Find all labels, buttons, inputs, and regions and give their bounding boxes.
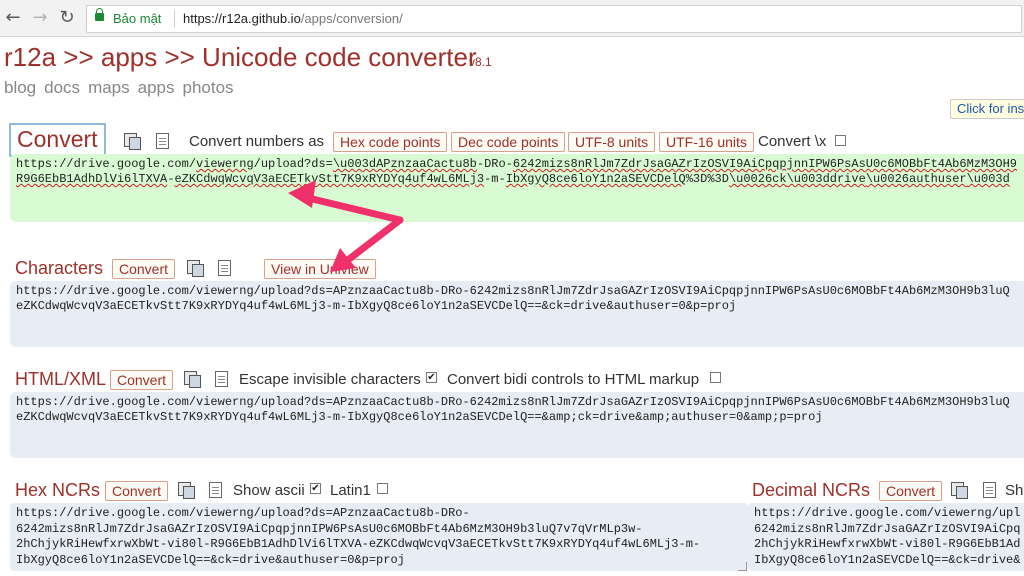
decimal-ncrs-text: 6242mizs8nRlJm7ZdrJsaGAZrIzOSVI9AiCpq xyxy=(754,521,1021,536)
url-text[interactable]: https://r12a.github.io/apps/conversion/ xyxy=(183,11,403,26)
convert-numbers-label: Convert numbers as xyxy=(189,133,325,150)
hex-ncrs-textarea[interactable]: https://drive.google.com/viewerng/upload… xyxy=(10,503,748,571)
input-text: \u003ddrive xyxy=(786,172,866,186)
nav-docs[interactable]: docs xyxy=(44,78,80,97)
escape-invisible-label: Escape invisible characters xyxy=(239,371,421,388)
url-host: https://r12a.github.io xyxy=(183,11,301,26)
top-nav: blog docs maps apps photos xyxy=(4,78,242,98)
address-separator xyxy=(174,10,175,28)
utf8-units-button[interactable]: UTF-8 units xyxy=(568,132,656,152)
input-text: viewerng xyxy=(196,157,254,171)
address-bar[interactable]: Bảo mật https://r12a.github.io/apps/conv… xyxy=(86,5,1022,33)
back-icon[interactable]: ← xyxy=(3,8,23,28)
input-text: IbXgyQ8ce6loY1n2aSEVCDelQ xyxy=(505,172,686,186)
convert-x-label: Convert \x xyxy=(758,133,827,150)
input-text: https://drive.google.com/ xyxy=(16,157,197,171)
escape-invisible-checkbox[interactable]: ✔ xyxy=(426,372,437,383)
nav-apps[interactable]: apps xyxy=(138,78,175,97)
latin1-label: Latin1 xyxy=(330,482,371,499)
mixed-input-textarea[interactable]: https://drive.google.com/viewerng/upload… xyxy=(10,154,1024,222)
copy-icon[interactable] xyxy=(184,371,201,388)
hex-code-points-button[interactable]: Hex code points xyxy=(333,132,448,152)
reload-icon[interactable]: ↻ xyxy=(57,8,77,28)
input-text: -DRo- xyxy=(476,157,513,171)
input-text: \u003dAPznzaaCactu8b xyxy=(332,157,477,171)
document-icon[interactable] xyxy=(209,482,222,498)
document-icon[interactable] xyxy=(156,133,169,149)
resize-handle[interactable] xyxy=(738,562,747,571)
decimal-ncrs-text: 2hChjykRiHewfxrwXbWt-vi80l-R9G6EbB1Ad xyxy=(754,537,1021,551)
input-text: %3D%3D xyxy=(685,172,729,186)
secure-label: Bảo mật xyxy=(113,11,162,26)
copy-icon[interactable] xyxy=(124,133,141,150)
input-text: \u003d xyxy=(966,172,1010,186)
html-xml-title: HTML/XML xyxy=(15,369,107,389)
characters-text: https://drive.google.com/viewerng/upload… xyxy=(16,284,1010,298)
html-xml-text: https://drive.google.com/viewerng/upload… xyxy=(16,395,1010,409)
input-text: eZKCdwqWcvqV3aECETkvStt7K9xRYDYq4uf4wL6M… xyxy=(174,172,485,186)
copy-icon[interactable] xyxy=(178,482,195,499)
input-text: /upload?ds= xyxy=(253,157,333,171)
characters-convert-button[interactable]: Convert xyxy=(112,259,176,279)
url-path: /apps/conversion/ xyxy=(300,11,403,26)
nav-photos[interactable]: photos xyxy=(183,78,234,97)
nav-blog[interactable]: blog xyxy=(4,78,36,97)
show-ascii-checkbox[interactable]: ✔ xyxy=(310,483,321,494)
copy-icon[interactable] xyxy=(951,482,968,499)
nav-maps[interactable]: maps xyxy=(88,78,130,97)
version-label: v8.1 xyxy=(469,55,492,69)
lock-icon xyxy=(95,8,104,21)
html-xml-textarea[interactable]: https://drive.google.com/viewerng/upload… xyxy=(10,392,1024,458)
document-icon[interactable] xyxy=(983,482,996,498)
view-in-uniview-button[interactable]: View in Uniview xyxy=(264,259,376,279)
hex-ncrs-text: 2hChjykRiHewfxrwXbWt-vi80l-R9G6EbB1AdhDl… xyxy=(16,537,701,551)
input-text: \u0026authuser xyxy=(865,172,967,186)
page-title: r12a >> apps >> Unicode code converter xyxy=(4,42,477,72)
decimal-ncrs-text: https://drive.google.com/viewerng/upl xyxy=(754,506,1021,520)
document-icon[interactable] xyxy=(218,260,231,276)
decimal-show-label: Sh xyxy=(1005,482,1024,499)
input-text: 6242mizs8nRlJm7ZdrJsaGAZrIzOSVI9AiCpqpjn… xyxy=(512,157,1017,171)
input-text: \u0026ck xyxy=(728,172,787,186)
characters-text: eZKCdwqWcvqV3aECETkvStt7K9xRYDYq4uf4wL6M… xyxy=(16,299,737,313)
show-ascii-label: Show ascii xyxy=(233,482,305,499)
decimal-ncrs-text: IbXgyQ8ce6loY1n2aSEVCDelQ==&ck=drive& xyxy=(754,552,1021,567)
convert-bidi-label: Convert bidi controls to HTML markup xyxy=(447,371,700,388)
characters-title: Characters xyxy=(15,258,104,278)
latin1-checkbox[interactable] xyxy=(377,483,388,494)
input-text: -m- xyxy=(484,172,506,186)
forward-icon[interactable]: → xyxy=(30,8,50,28)
browser-toolbar: ← → ↻ Bảo mật https://r12a.github.io/app… xyxy=(0,0,1024,37)
html-xml-text: eZKCdwqWcvqV3aECETkvStt7K9xRYDYq4uf4wL6M… xyxy=(16,410,823,424)
decimal-ncrs-convert-button[interactable]: Convert xyxy=(879,481,943,501)
utf16-units-button[interactable]: UTF-16 units xyxy=(659,132,754,152)
arrow-annotation xyxy=(340,216,404,267)
input-text: R9G6EbB1AdhDlVi6lTXVA xyxy=(16,172,168,186)
html-xml-convert-button[interactable]: Convert xyxy=(110,370,174,390)
decimal-ncrs-title: Decimal NCRs xyxy=(752,480,871,500)
hex-ncrs-convert-button[interactable]: Convert xyxy=(105,481,169,501)
click-for-instructions-button[interactable]: Click for ins xyxy=(950,99,1024,119)
characters-textarea[interactable]: https://drive.google.com/viewerng/upload… xyxy=(10,281,1024,347)
hex-ncrs-text: https://drive.google.com/viewerng/upload… xyxy=(16,506,470,520)
main-convert-button[interactable]: Convert xyxy=(9,123,106,157)
hex-ncrs-title: Hex NCRs xyxy=(15,480,101,500)
document-icon[interactable] xyxy=(215,371,228,387)
dec-code-points-button[interactable]: Dec code points xyxy=(451,132,566,152)
convert-bidi-checkbox[interactable] xyxy=(710,372,721,383)
copy-icon[interactable] xyxy=(187,260,204,277)
decimal-ncrs-textarea[interactable]: https://drive.google.com/viewerng/upl 62… xyxy=(748,503,1024,571)
convert-x-checkbox[interactable] xyxy=(835,135,846,146)
hex-ncrs-text: IbXgyQ8ce6loY1n2aSEVCDelQ==&ck=drive&aut… xyxy=(16,552,405,567)
hex-ncrs-text: 6242mizs8nRlJm7ZdrJsaGAZrIzOSVI9AiCpqpjn… xyxy=(16,521,643,536)
